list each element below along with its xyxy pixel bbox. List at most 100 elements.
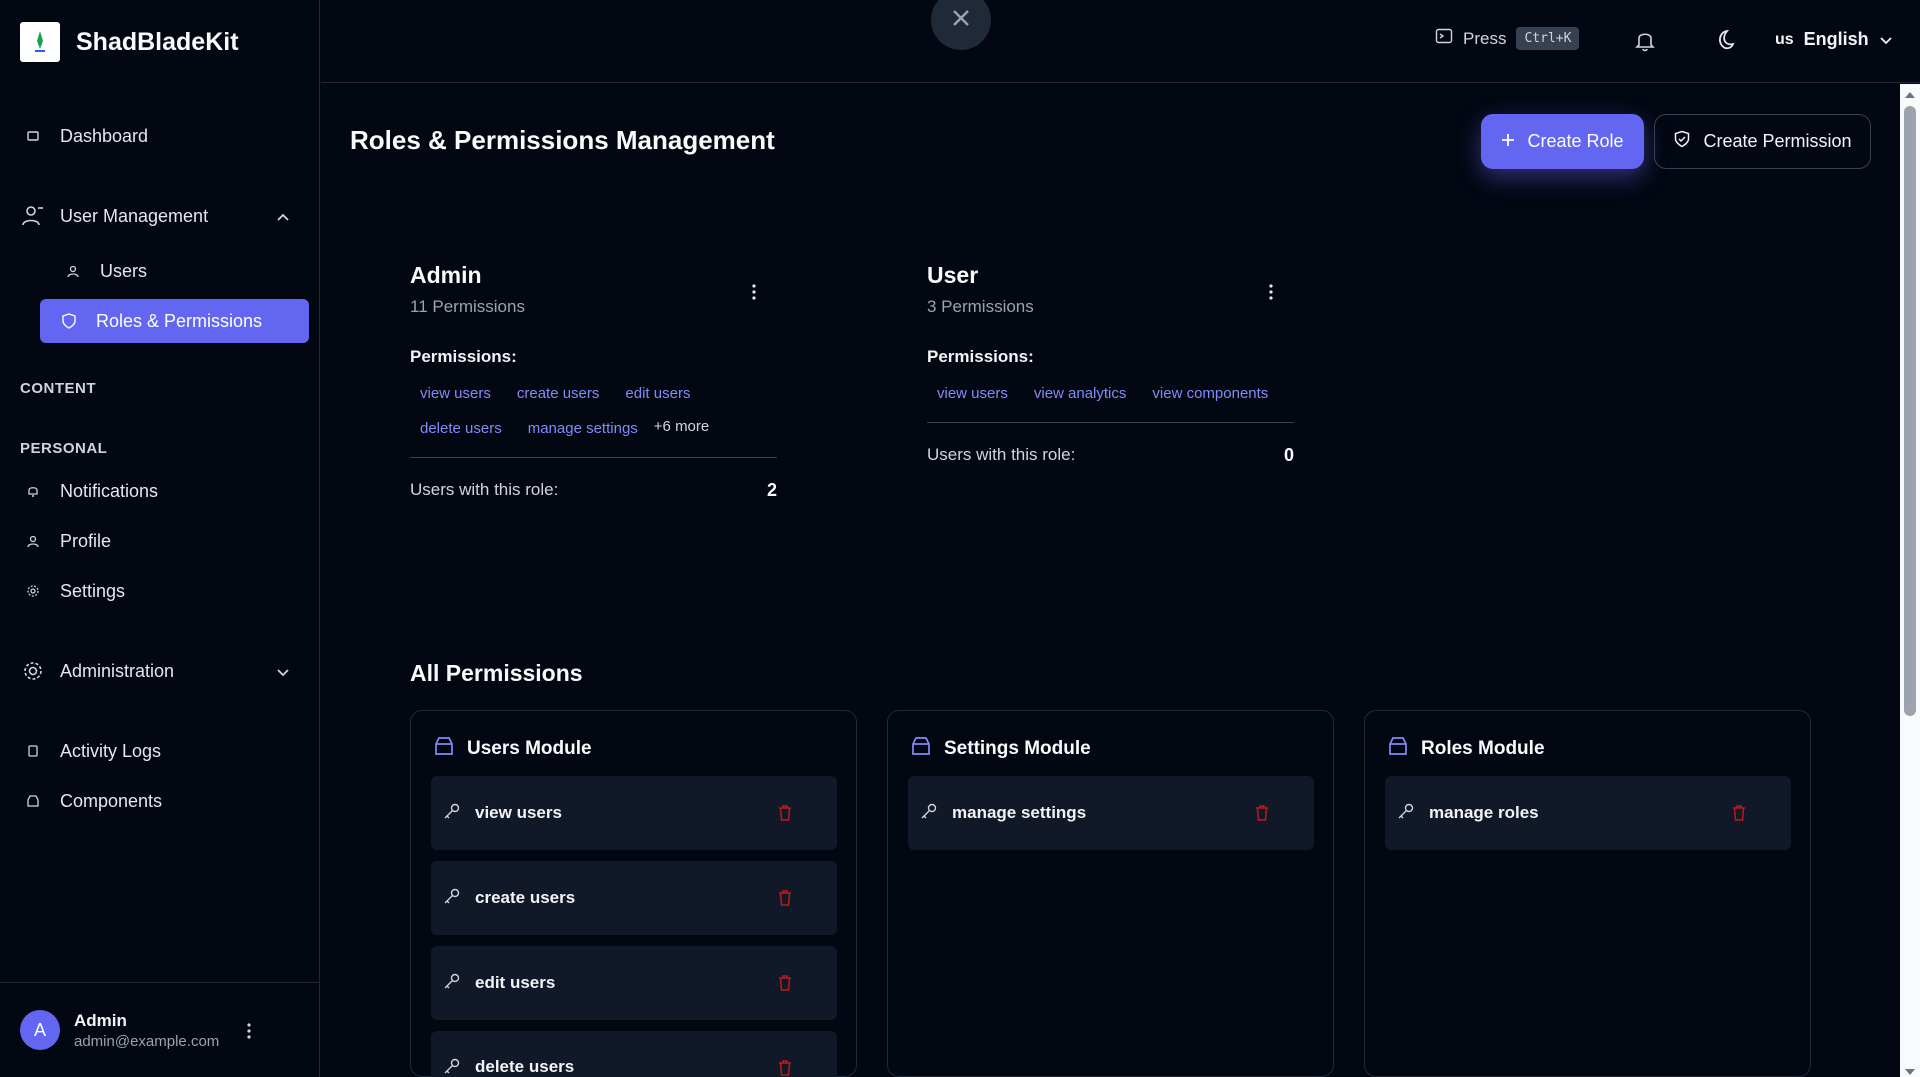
module-header: Settings Module xyxy=(910,735,1091,763)
sidebar-item-label: Activity Logs xyxy=(60,740,162,761)
more-vertical-icon[interactable] xyxy=(1268,282,1274,307)
trash-icon[interactable] xyxy=(1254,804,1270,827)
sidebar-item-profile[interactable]: Profile xyxy=(20,519,300,563)
brand-name: ShadBladeKit xyxy=(76,27,239,56)
module-name: Roles Module xyxy=(1421,738,1545,759)
more-vertical-icon[interactable] xyxy=(246,1021,252,1046)
permission-chips: view users create users edit users delet… xyxy=(410,379,777,443)
permission-name: delete users xyxy=(475,1057,575,1076)
language-code: us xyxy=(1775,30,1794,48)
profile-icon xyxy=(20,534,46,548)
permission-chip: delete users xyxy=(420,420,502,437)
chevron-down-icon xyxy=(276,661,290,682)
role-permission-count: 3 Permissions xyxy=(927,297,1034,316)
permission-chip: view users xyxy=(937,385,1008,402)
module-header: Users Module xyxy=(433,735,592,763)
role-card-admin: Admin 11 Permissions Permissions: view u… xyxy=(410,262,777,501)
divider xyxy=(410,457,777,458)
brand[interactable]: ShadBladeKit xyxy=(20,22,239,62)
more-permissions-badge: +6 more xyxy=(653,418,710,435)
permission-row[interactable]: view users xyxy=(431,776,837,850)
chevron-down-icon xyxy=(1879,29,1893,50)
language-selector[interactable]: us English xyxy=(1775,29,1893,50)
sidebar-item-components[interactable]: Components xyxy=(20,779,300,823)
sidebar-item-label: Profile xyxy=(60,530,112,551)
scroll-thumb[interactable] xyxy=(1904,106,1916,716)
language-name: English xyxy=(1803,29,1869,49)
more-vertical-icon[interactable] xyxy=(751,282,757,307)
divider xyxy=(927,422,1294,423)
trash-icon[interactable] xyxy=(777,1059,793,1077)
create-permission-button[interactable]: Create Permission xyxy=(1654,114,1871,169)
package-icon xyxy=(433,735,455,763)
permissions-label: Permissions: xyxy=(927,347,1034,366)
notifications-bell-icon[interactable] xyxy=(1634,28,1656,57)
permission-chip: view components xyxy=(1152,385,1269,402)
module-card-roles: Roles Module manage roles xyxy=(1364,710,1811,1077)
sidebar-item-notifications[interactable]: Notifications xyxy=(20,469,300,513)
permission-row[interactable]: manage roles xyxy=(1385,776,1791,850)
permission-chip: manage settings xyxy=(527,420,638,437)
sidebar-item-label: Administration xyxy=(60,660,175,681)
sidebar-item-roles-permissions[interactable]: Roles & Permissions xyxy=(40,299,309,343)
role-name: Admin xyxy=(410,262,482,288)
permission-chip: view analytics xyxy=(1033,385,1127,402)
permissions-label: Permissions: xyxy=(410,347,517,366)
gear-icon xyxy=(20,584,46,598)
scroll-up-arrow[interactable] xyxy=(1905,92,1915,98)
trash-icon[interactable] xyxy=(777,974,793,997)
permission-chip: create users xyxy=(516,385,600,402)
key-icon xyxy=(920,802,938,825)
close-icon xyxy=(950,7,972,34)
brand-logo xyxy=(20,22,60,62)
top-header: Press Ctrl+K us English xyxy=(321,0,1920,83)
trash-icon[interactable] xyxy=(777,889,793,912)
shield-icon xyxy=(56,313,82,329)
bell-icon xyxy=(20,484,46,498)
package-icon xyxy=(1387,735,1409,763)
users-with-role-label: Users with this role: xyxy=(410,480,559,499)
sidebar-item-administration[interactable]: Administration xyxy=(20,649,300,693)
key-icon xyxy=(443,802,461,825)
page-title: Roles & Permissions Management xyxy=(350,125,775,155)
press-label: Press xyxy=(1463,28,1507,48)
permission-row[interactable]: manage settings xyxy=(908,776,1314,850)
sidebar-item-activity-logs[interactable]: Activity Logs xyxy=(20,729,300,773)
permission-row[interactable]: delete users xyxy=(431,1031,837,1077)
user-profile-footer[interactable]: A Admin admin@example.com xyxy=(0,982,320,1077)
sidebar-item-settings[interactable]: Settings xyxy=(20,569,300,613)
trash-icon[interactable] xyxy=(777,804,793,827)
module-name: Settings Module xyxy=(944,738,1091,759)
terminal-icon xyxy=(1435,27,1453,50)
create-role-button[interactable]: Create Role xyxy=(1481,114,1644,169)
role-card-user: User 3 Permissions Permissions: view use… xyxy=(927,262,1294,466)
permission-name: edit users xyxy=(475,973,556,992)
key-icon xyxy=(443,972,461,995)
permission-row[interactable]: create users xyxy=(431,861,837,935)
permission-row[interactable]: edit users xyxy=(431,946,837,1020)
avatar: A xyxy=(20,1010,60,1050)
sidebar-item-label: Dashboard xyxy=(60,125,149,146)
users-with-role-count: 0 xyxy=(1283,445,1294,465)
scroll-down-arrow[interactable] xyxy=(1905,1069,1915,1075)
permission-name: view users xyxy=(475,803,562,822)
sidebar-item-label: Components xyxy=(60,790,163,811)
role-permission-count: 11 Permissions xyxy=(410,297,525,316)
user-email: admin@example.com xyxy=(74,1032,220,1050)
close-button[interactable] xyxy=(931,0,991,50)
sidebar: ShadBladeKit Dashboard User Management U… xyxy=(0,0,320,1077)
sidebar-item-dashboard[interactable]: Dashboard xyxy=(20,114,300,158)
users-with-role-row: Users with this role: 0 xyxy=(927,445,1294,466)
sidebar-item-label: Users xyxy=(100,260,148,281)
sidebar-item-user-management[interactable]: User Management xyxy=(20,194,300,238)
sidebar-item-users[interactable]: Users xyxy=(60,249,310,293)
create-role-label: Create Role xyxy=(1527,131,1624,151)
permission-name: create users xyxy=(475,888,576,907)
trash-icon[interactable] xyxy=(1731,804,1747,827)
chevron-up-icon xyxy=(276,206,290,227)
command-palette-trigger[interactable]: Press Ctrl+K xyxy=(1435,27,1580,50)
moon-icon[interactable] xyxy=(1711,28,1735,57)
page-scrollbar[interactable] xyxy=(1900,84,1920,1077)
sidebar-item-label: Roles & Permissions xyxy=(96,310,263,331)
user-name: Admin xyxy=(74,1010,127,1030)
